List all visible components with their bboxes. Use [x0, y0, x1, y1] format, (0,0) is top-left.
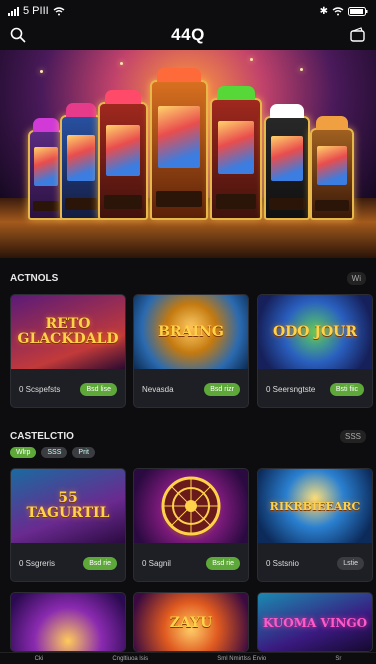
game-name: Nevasda	[142, 384, 174, 394]
slot-machine	[60, 103, 102, 220]
hero-banner[interactable]	[0, 50, 376, 258]
game-art-title: ODO JOUR	[272, 323, 358, 340]
game-info: Nevasda Bsd rizr	[134, 369, 248, 407]
game-art-title: RETO GLACKDALD	[17, 316, 119, 347]
nav-item[interactable]: Cngltiuoa lsis	[112, 656, 148, 662]
battery-icon	[348, 6, 368, 16]
game-name: 0 Sagnil	[142, 558, 171, 568]
slot-machine	[98, 90, 148, 220]
wifi-icon	[53, 6, 65, 15]
carrier-label: 5 PIII	[23, 5, 49, 17]
slot-machine	[150, 68, 208, 220]
filter-chip[interactable]: Prit	[72, 447, 95, 458]
bottom-nav: Cki Cngltiuoa lsis Sml Nmirtlss Ervio Sr	[0, 652, 376, 664]
status-left: 5 PIII	[8, 5, 65, 17]
game-art: KUOMA VINGO	[258, 593, 372, 651]
see-all-button[interactable]: SSS	[339, 430, 366, 443]
game-art-title: ZAYU	[169, 614, 213, 631]
game-art-title: RIKRBIEEARC	[269, 499, 361, 513]
game-info: 0 Sagnil Bsd rie	[134, 543, 248, 581]
game-art-title: KUOMA VINGO	[262, 615, 368, 630]
game-name: 0 Seersngtste	[266, 384, 316, 394]
game-card[interactable]: ODO JOUR 0 Seersngtste Bsti fiic	[257, 294, 373, 408]
game-card[interactable]	[10, 592, 126, 652]
wifi-icon-right	[332, 6, 344, 15]
game-art: 55 TAGURTIL	[11, 469, 125, 543]
nav-item[interactable]: Cki	[35, 656, 44, 662]
game-art: ODO JOUR	[258, 295, 372, 369]
app-logo[interactable]: 44Q	[171, 25, 205, 45]
game-art: ZAYU	[134, 593, 248, 651]
top-bar: 44Q	[0, 22, 376, 48]
wallet-icon[interactable]	[350, 27, 366, 43]
game-art-title: BRAING	[158, 323, 224, 340]
cellular-signal-icon	[8, 6, 19, 16]
section-header-castelctio: CASTELCTIO SSS	[10, 430, 366, 443]
play-button[interactable]: Bsti fiic	[329, 382, 364, 396]
wheel-icon	[161, 476, 221, 536]
nav-item[interactable]: Sml Nmirtlss Ervio	[217, 656, 266, 662]
slot-machine	[264, 104, 310, 220]
status-right: ✱	[320, 6, 368, 17]
nav-item[interactable]: Sr	[335, 656, 341, 662]
section-title: ACTNOLS	[10, 273, 59, 284]
play-button[interactable]: Bsd rie	[83, 556, 117, 570]
game-info: 0 Ssgreris Bsd rie	[11, 543, 125, 581]
filter-chip[interactable]: SSS	[41, 447, 68, 458]
section-title: CASTELCTIO	[10, 431, 74, 442]
game-card[interactable]: 55 TAGURTIL 0 Ssgreris Bsd rie	[10, 468, 126, 582]
filter-chips: Wlrp SSS Prit	[10, 447, 95, 458]
game-art: RIKRBIEEARC	[258, 469, 372, 543]
slot-machine	[210, 86, 262, 220]
see-all-button[interactable]: Wi	[346, 272, 366, 285]
game-name: 0 Scspefsts	[19, 384, 61, 394]
slot-machine	[28, 118, 64, 220]
game-name: 0 Sstsnio	[266, 558, 299, 568]
play-button[interactable]: Bsd lise	[80, 382, 117, 396]
game-art-title: 55 TAGURTIL	[26, 490, 110, 521]
game-card[interactable]: RETO GLACKDALD 0 Scspefsts Bsd lise	[10, 294, 126, 408]
game-card[interactable]: RIKRBIEEARC 0 Sstsnio Lstie	[257, 468, 373, 582]
game-info: 0 Sstsnio Lstie	[258, 543, 372, 581]
game-art: BRAING	[134, 295, 248, 369]
filter-chip[interactable]: Wlrp	[10, 447, 37, 458]
game-art	[134, 469, 248, 543]
game-name: 0 Ssgreris	[19, 558, 56, 568]
play-button[interactable]: Lstie	[337, 556, 364, 570]
play-button[interactable]: Bsd rizr	[204, 382, 240, 396]
section-header-actnols: ACTNOLS Wi	[10, 272, 366, 285]
game-card[interactable]: ZAYU	[133, 592, 249, 652]
game-info: 0 Seersngtste Bsti fiic	[258, 369, 372, 407]
search-icon[interactable]	[10, 27, 26, 43]
game-card[interactable]: 0 Sagnil Bsd rie	[133, 468, 249, 582]
game-card[interactable]: KUOMA VINGO	[257, 592, 373, 652]
game-art	[11, 593, 125, 651]
bluetooth-icon: ✱	[319, 5, 328, 17]
play-button[interactable]: Bsd rie	[206, 556, 240, 570]
game-card[interactable]: BRAING Nevasda Bsd rizr	[133, 294, 249, 408]
game-art: RETO GLACKDALD	[11, 295, 125, 369]
status-bar: 5 PIII ✱	[0, 0, 376, 22]
slot-machine	[310, 116, 354, 220]
game-info: 0 Scspefsts Bsd lise	[11, 369, 125, 407]
